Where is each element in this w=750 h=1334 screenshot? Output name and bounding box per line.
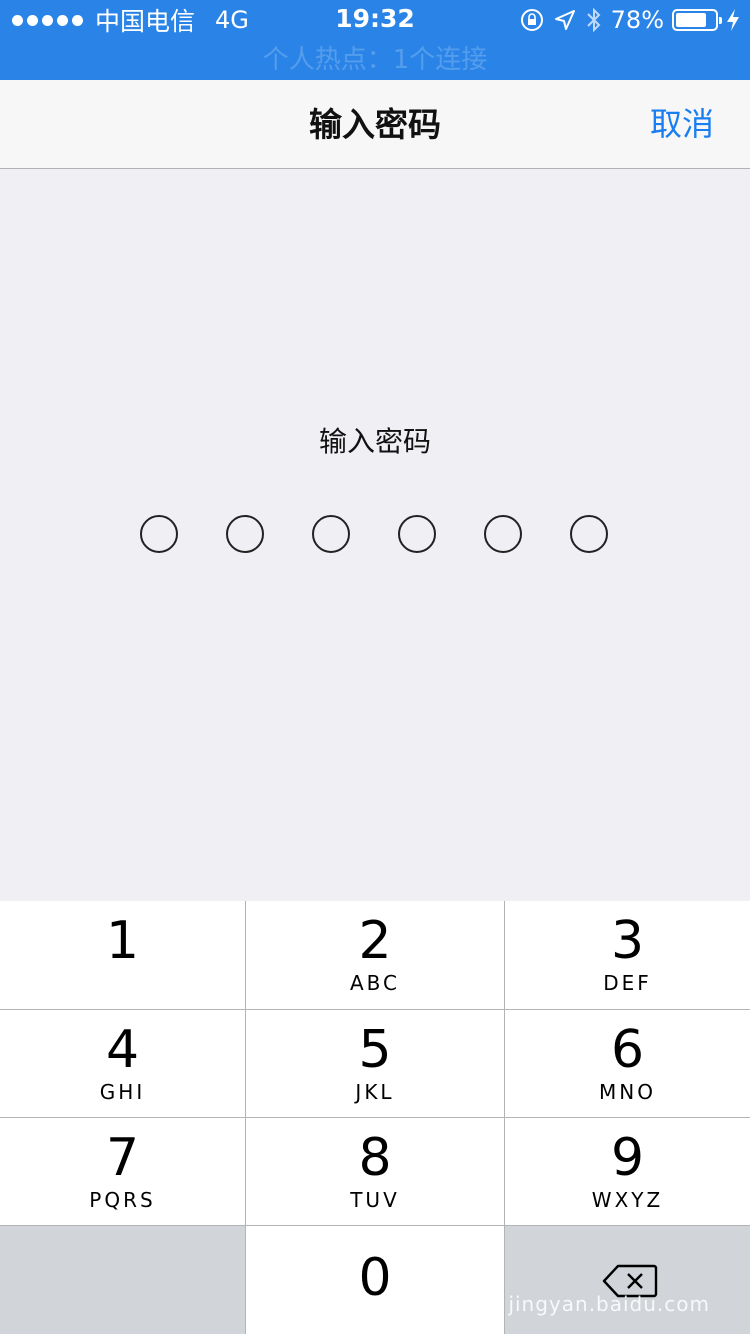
key-letters: ABC: [349, 971, 400, 995]
key-digit: 6: [610, 1020, 645, 1080]
key-digit: 8: [358, 1128, 392, 1188]
key-letters: GHI: [99, 1080, 146, 1104]
key-digit: 2: [358, 911, 392, 971]
key-2[interactable]: 2 ABC: [246, 901, 504, 1009]
key-digit: 7: [105, 1128, 140, 1188]
status-right: 78%: [519, 6, 740, 34]
passcode-prompt: 输入密码: [318, 425, 431, 458]
orientation-lock-icon: [520, 9, 543, 31]
watermark: jingyan.baidu.com: [508, 1292, 710, 1316]
key-8[interactable]: 8 TUV: [246, 1118, 504, 1225]
hotspot-banner[interactable]: 个人热点：1个连接: [0, 40, 750, 80]
empty-key: [0, 1226, 245, 1334]
key-7[interactable]: 7 PQRS: [0, 1118, 245, 1225]
battery-icon: [672, 9, 722, 31]
passcode-dot: [398, 515, 436, 553]
key-letters: PQRS: [89, 1188, 156, 1212]
delete-button[interactable]: [505, 1226, 750, 1334]
key-digit: 0: [358, 1248, 392, 1308]
numeric-keypad: 1 2 ABC 3 DEF 4 GHI 5 JKL 6 MNO 7 PQRS 8 TUV 9 WXYZ 0: [0, 901, 750, 1334]
passcode-dot: [570, 515, 608, 553]
key-letters: DEF: [603, 971, 652, 995]
key-letters: JKL: [355, 1080, 395, 1104]
key-0[interactable]: 0: [246, 1226, 504, 1334]
key-4[interactable]: 4 GHI: [0, 1010, 245, 1117]
passcode-dots: [140, 515, 610, 553]
passcode-dot: [226, 515, 264, 553]
key-letters: TUV: [350, 1188, 400, 1212]
key-6[interactable]: 6 MNO: [505, 1010, 750, 1117]
key-1[interactable]: 1: [0, 901, 245, 1009]
charging-bolt-icon: [727, 9, 739, 31]
key-3[interactable]: 3 DEF: [505, 901, 750, 1009]
location-arrow-icon: [554, 10, 575, 30]
key-5[interactable]: 5 JKL: [246, 1010, 504, 1117]
key-9[interactable]: 9 WXYZ: [505, 1118, 750, 1225]
battery-percent: 78%: [610, 6, 664, 34]
key-digit: 1: [105, 911, 140, 971]
status-bar: 中国电信 4G 19:32 78% 个人热点：1个连接: [0, 0, 750, 80]
key-letters: WXYZ: [591, 1188, 664, 1212]
passcode-dot: [140, 515, 178, 553]
key-digit: 5: [358, 1020, 392, 1080]
navigation-bar: 输入密码 取消: [0, 80, 750, 169]
key-letters: MNO: [599, 1080, 656, 1104]
key-digit: 3: [610, 911, 645, 971]
nav-title: 输入密码: [309, 105, 441, 144]
passcode-dot: [312, 515, 350, 553]
key-digit: 9: [610, 1128, 645, 1188]
key-digit: 4: [105, 1020, 140, 1080]
bluetooth-icon: [586, 7, 601, 33]
cancel-button[interactable]: 取消: [650, 80, 714, 169]
passcode-dot: [484, 515, 522, 553]
